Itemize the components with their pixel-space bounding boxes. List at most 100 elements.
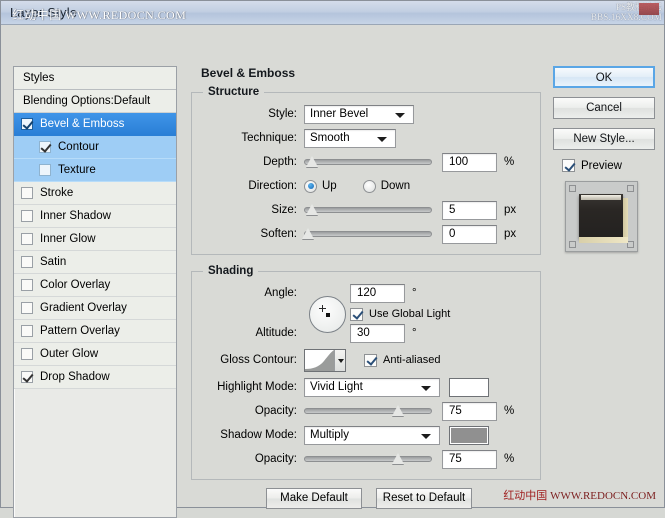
- highlight-opacity-input[interactable]: 75: [442, 401, 497, 421]
- default-buttons: Make Default Reset to Default: [266, 488, 472, 509]
- soften-slider[interactable]: [304, 224, 432, 244]
- effect-label: Bevel & Emboss: [40, 118, 125, 130]
- anti-aliased-checkbox[interactable]: [364, 353, 377, 367]
- effect-row-pattern-overlay[interactable]: Pattern Overlay: [14, 320, 176, 343]
- effect-label: Inner Shadow: [40, 210, 111, 222]
- page-title: Bevel & Emboss: [201, 66, 296, 80]
- shadow-opacity-unit: %: [504, 453, 515, 465]
- effect-checkbox[interactable]: [21, 233, 33, 245]
- technique-select[interactable]: Smooth: [304, 128, 396, 148]
- preview-checkbox[interactable]: [562, 159, 575, 172]
- size-slider-knob[interactable]: [306, 204, 319, 217]
- effect-checkbox[interactable]: [39, 141, 51, 153]
- preview-thumbnail: [565, 181, 638, 252]
- direction-down-option[interactable]: Down: [362, 179, 436, 193]
- shadow-opacity-track: [304, 456, 432, 462]
- effect-label: Color Overlay: [40, 279, 111, 291]
- style-select[interactable]: Inner Bevel: [304, 104, 414, 124]
- watermark-title-overlay: 红动中国 WWW.REDOCN.COM: [12, 8, 187, 22]
- angle-input[interactable]: 120: [350, 283, 405, 303]
- technique-row: Technique: Smooth: [200, 126, 532, 150]
- soften-slider-knob[interactable]: [302, 228, 315, 241]
- soften-input[interactable]: 0: [442, 224, 497, 244]
- shadow-mode-select[interactable]: Multiply: [304, 425, 440, 445]
- contour-curve-icon: [305, 349, 334, 371]
- effect-checkbox[interactable]: [39, 164, 51, 176]
- effect-row-color-overlay[interactable]: Color Overlay: [14, 274, 176, 297]
- effect-row-gradient-overlay[interactable]: Gradient Overlay: [14, 297, 176, 320]
- effect-label: Texture: [58, 164, 96, 176]
- effect-row-outer-glow[interactable]: Outer Glow: [14, 343, 176, 366]
- effect-label: Drop Shadow: [40, 371, 110, 383]
- size-input[interactable]: 5: [442, 200, 497, 220]
- highlight-color-swatch[interactable]: [449, 377, 489, 397]
- shadow-opacity-label: Opacity:: [254, 453, 297, 465]
- altitude-unit: °: [412, 327, 417, 339]
- shading-legend: Shading: [208, 265, 254, 277]
- effect-checkbox[interactable]: [21, 210, 33, 222]
- effect-row-bevel-emboss[interactable]: Bevel & Emboss: [14, 113, 176, 136]
- technique-select-value: Smooth: [310, 132, 350, 144]
- gloss-contour-picker[interactable]: [304, 348, 346, 372]
- depth-slider[interactable]: [304, 152, 432, 172]
- radio-down-icon[interactable]: [362, 179, 376, 193]
- effect-row-drop-shadow[interactable]: Drop Shadow: [14, 366, 176, 389]
- shadow-opacity-knob[interactable]: [392, 453, 405, 466]
- preview-option[interactable]: Preview: [562, 159, 655, 172]
- radio-up-icon[interactable]: [304, 179, 317, 193]
- preview-corner-mark: [627, 185, 634, 192]
- depth-input[interactable]: 100: [442, 152, 497, 172]
- anti-aliased-option[interactable]: Anti-aliased: [364, 353, 440, 367]
- highlight-mode-select[interactable]: Vivid Light: [304, 377, 440, 397]
- angle-label: Angle:: [264, 287, 297, 299]
- effect-checkbox[interactable]: [21, 187, 33, 199]
- effect-checkbox[interactable]: [21, 371, 33, 383]
- effect-row-inner-shadow[interactable]: Inner Shadow: [14, 205, 176, 228]
- direction-up-option[interactable]: Up: [304, 179, 363, 193]
- effect-label: Stroke: [40, 187, 74, 199]
- effect-row-contour[interactable]: Contour: [14, 136, 176, 159]
- shadow-opacity-slider[interactable]: [304, 449, 432, 469]
- effect-checkbox[interactable]: [21, 118, 33, 130]
- soften-unit: px: [504, 228, 517, 240]
- altitude-input[interactable]: 30: [350, 323, 405, 343]
- effect-checkbox[interactable]: [21, 279, 33, 291]
- highlight-opacity-knob[interactable]: [392, 405, 405, 418]
- effect-row-satin[interactable]: Satin: [14, 251, 176, 274]
- effect-checkbox[interactable]: [21, 256, 33, 268]
- angle-dial-handle-icon[interactable]: [318, 304, 326, 312]
- depth-slider-track: [304, 159, 432, 165]
- dialog-body: Styles Blending Options:Default Bevel & …: [1, 25, 664, 518]
- watermark-corner: PS教程论坛 BBS.16XX8.COM: [570, 2, 662, 24]
- effect-checkbox[interactable]: [21, 348, 33, 360]
- direction-row: Direction: Up Down: [200, 174, 532, 198]
- shadow-opacity-input[interactable]: 75: [442, 449, 497, 469]
- cancel-button[interactable]: Cancel: [553, 97, 655, 119]
- effect-row-texture[interactable]: Texture: [14, 159, 176, 182]
- depth-slider-knob[interactable]: [306, 156, 319, 169]
- reset-to-default-button[interactable]: Reset to Default: [376, 488, 472, 509]
- direction-up-label: Up: [322, 180, 337, 192]
- gloss-contour-dropdown-arrow[interactable]: [334, 349, 345, 371]
- highlight-opacity-slider[interactable]: [304, 401, 432, 421]
- chevron-down-icon: [377, 136, 387, 142]
- effect-row-stroke[interactable]: Stroke: [14, 182, 176, 205]
- effect-checkbox[interactable]: [21, 302, 33, 314]
- size-slider[interactable]: [304, 200, 432, 220]
- use-global-light-option[interactable]: Use Global Light: [350, 307, 450, 321]
- style-label: Style:: [268, 108, 297, 120]
- title-bar[interactable]: Layer Style 红动中国 WWW.REDOCN.COM PS教程论坛 B…: [1, 1, 664, 25]
- angle-dial[interactable]: [308, 295, 346, 333]
- chevron-down-icon: [421, 385, 431, 391]
- size-slider-track: [304, 207, 432, 213]
- use-global-light-checkbox[interactable]: [350, 307, 363, 321]
- ok-button[interactable]: OK: [553, 66, 655, 88]
- preview-label: Preview: [581, 159, 622, 172]
- effect-checkbox[interactable]: [21, 325, 33, 337]
- make-default-button[interactable]: Make Default: [266, 488, 362, 509]
- blending-options-row[interactable]: Blending Options:Default: [14, 90, 176, 113]
- effect-row-inner-glow[interactable]: Inner Glow: [14, 228, 176, 251]
- shadow-color-swatch[interactable]: [449, 425, 489, 445]
- technique-label: Technique:: [241, 132, 297, 144]
- new-style-button[interactable]: New Style...: [553, 128, 655, 150]
